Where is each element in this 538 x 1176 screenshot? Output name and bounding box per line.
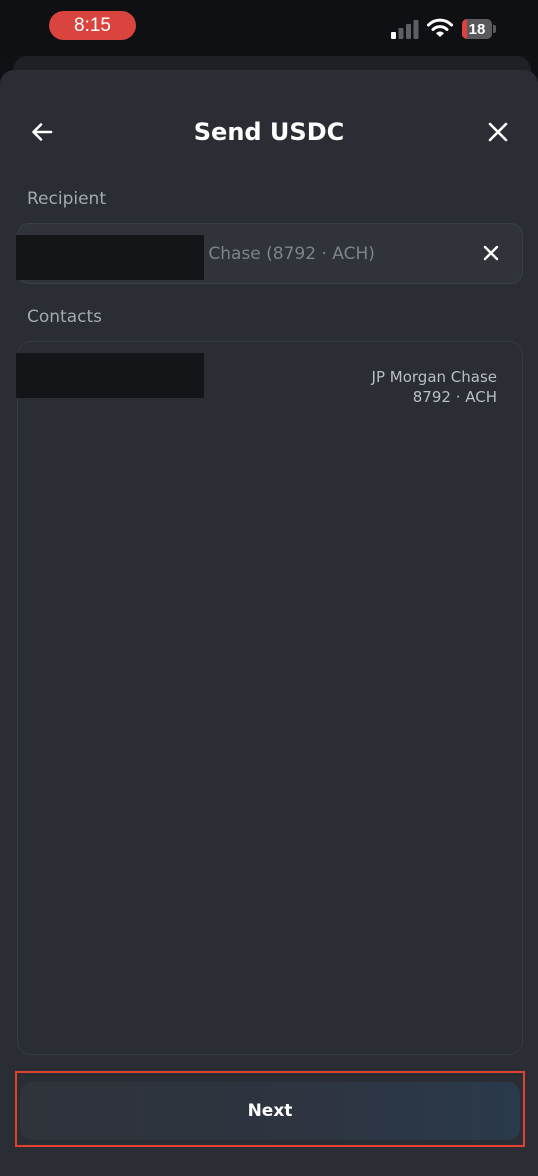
close-icon: [483, 245, 499, 261]
signal-icon: [391, 20, 419, 39]
contacts-label: Contacts: [27, 307, 102, 327]
battery-level: 18: [468, 20, 486, 38]
wifi-icon: [427, 18, 453, 37]
back-button[interactable]: [27, 117, 57, 147]
contact-bank-name: JP Morgan Chase: [371, 368, 497, 386]
battery-icon: 18: [462, 19, 496, 39]
arrow-left-icon: [32, 123, 53, 141]
status-time: 8:15: [49, 11, 136, 40]
battery-body: 18: [462, 19, 492, 39]
battery-nub: [493, 25, 496, 33]
contacts-list: JP Morgan Chase 8792 · ACH: [17, 341, 523, 1055]
next-button[interactable]: Next: [20, 1082, 520, 1140]
close-button[interactable]: [483, 117, 513, 147]
close-icon: [488, 122, 508, 142]
page-title: Send USDC: [193, 118, 345, 146]
clear-recipient-button[interactable]: [478, 240, 504, 266]
redaction-block: [16, 235, 204, 280]
redaction-block: [16, 353, 204, 398]
status-bar: 8:15 18: [0, 0, 538, 56]
recipient-label: Recipient: [27, 189, 106, 209]
contact-account-detail: 8792 · ACH: [412, 388, 497, 406]
